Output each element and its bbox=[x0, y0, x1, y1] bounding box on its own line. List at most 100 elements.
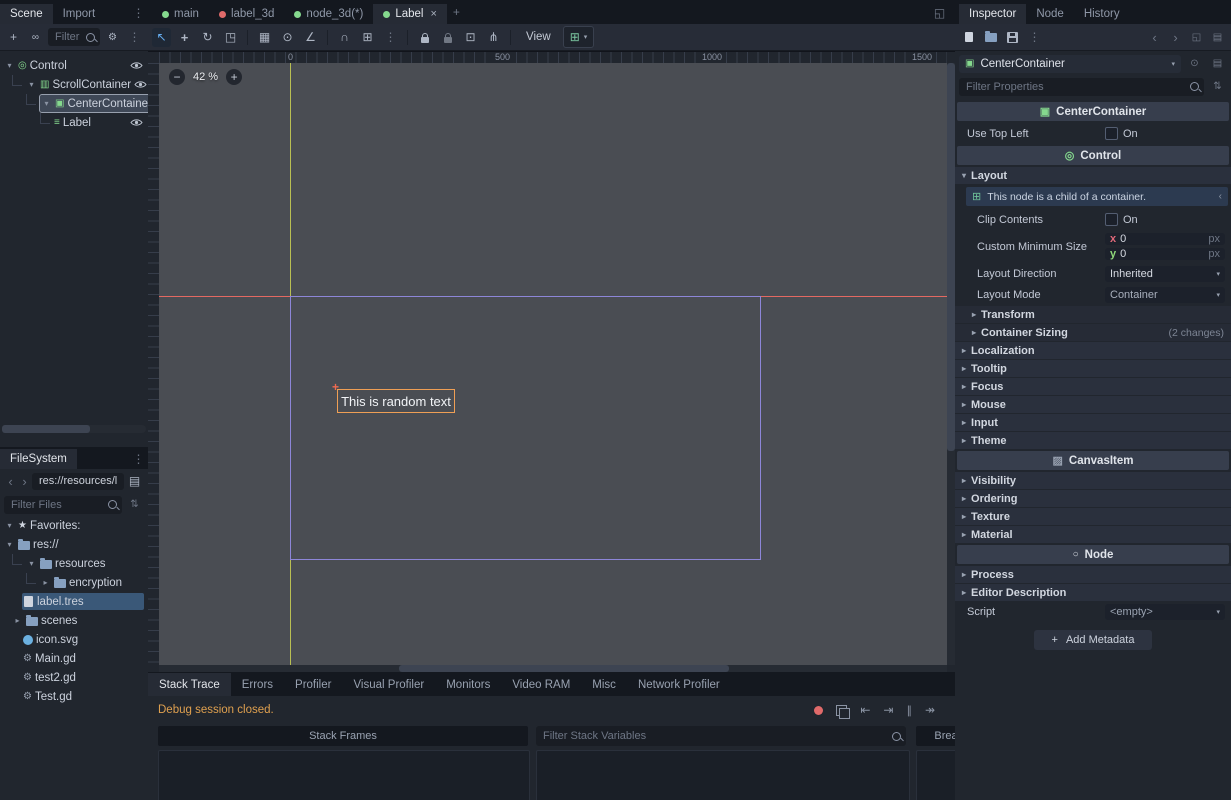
lock-icon[interactable] bbox=[415, 28, 434, 47]
add-metadata-button[interactable]: + Add Metadata bbox=[1034, 630, 1153, 650]
fs-scenes[interactable]: ▸ scenes bbox=[0, 611, 148, 630]
section-editor-description[interactable]: ▸Editor Description bbox=[955, 584, 1231, 601]
scene-dock-menu-icon[interactable]: ⋮ bbox=[129, 3, 148, 22]
visibility-toggle-icon[interactable] bbox=[130, 61, 143, 70]
scene-tab-label-3d[interactable]: label_3d bbox=[209, 4, 284, 24]
selected-file-box[interactable]: label.tres bbox=[22, 593, 144, 610]
scene-node-control[interactable]: ▾ ◎ Control bbox=[0, 56, 148, 75]
select-tool-icon[interactable]: ↖ bbox=[152, 28, 171, 47]
section-focus[interactable]: ▸Focus bbox=[955, 378, 1231, 395]
scrollbar-thumb[interactable] bbox=[947, 63, 955, 451]
tab-node[interactable]: Node bbox=[1026, 4, 1074, 24]
collapse-icon[interactable]: ▾ bbox=[4, 521, 15, 530]
file-filter-input[interactable] bbox=[4, 496, 122, 514]
section-layout[interactable]: ▾ Layout bbox=[955, 167, 1231, 184]
tab-profiler[interactable]: Profiler bbox=[284, 673, 342, 696]
fs-test2-gd[interactable]: ⚙ test2.gd bbox=[0, 668, 148, 687]
split-mode-icon[interactable]: ▤ bbox=[125, 472, 144, 491]
save-resource-icon[interactable] bbox=[1003, 28, 1022, 47]
resource-menu-icon[interactable]: ⋮ bbox=[1025, 28, 1044, 47]
collapse-icon[interactable]: ▾ bbox=[26, 80, 37, 89]
fs-test-gd[interactable]: ⚙ Test.gd bbox=[0, 687, 148, 706]
section-theme[interactable]: ▸Theme bbox=[955, 432, 1231, 449]
scene-tree-hscrollbar[interactable] bbox=[2, 425, 146, 433]
collapse-icon[interactable]: ▾ bbox=[41, 99, 52, 108]
section-process[interactable]: ▸Process bbox=[955, 566, 1231, 583]
scene-node-scrollcontainer[interactable]: ▾ ▥ ScrollContainer bbox=[0, 75, 148, 94]
tab-network-profiler[interactable]: Network Profiler bbox=[627, 673, 731, 696]
grid-snap-icon[interactable]: ⊞ bbox=[358, 28, 377, 47]
tab-scene[interactable]: Scene bbox=[0, 4, 53, 24]
collapse-icon[interactable]: ▾ bbox=[26, 559, 37, 568]
zoom-level[interactable]: 42 % bbox=[193, 71, 218, 83]
pause-icon[interactable]: ∥ bbox=[906, 704, 912, 717]
copy-icon[interactable] bbox=[836, 705, 847, 716]
view-menu-button[interactable]: View bbox=[518, 31, 559, 43]
load-resource-icon[interactable] bbox=[981, 28, 1000, 47]
scene-tab-main[interactable]: main bbox=[152, 4, 209, 24]
tab-monitors[interactable]: Monitors bbox=[435, 673, 501, 696]
unlock-icon[interactable] bbox=[438, 28, 457, 47]
layout-direction-dropdown[interactable]: Inherited ▾ bbox=[1105, 266, 1225, 282]
distraction-free-icon[interactable]: ◱ bbox=[930, 3, 949, 22]
step-over-icon[interactable]: ⇥ bbox=[883, 703, 893, 717]
skeleton-icon[interactable]: ⋔ bbox=[484, 28, 503, 47]
smart-snap-icon[interactable]: ∩ bbox=[335, 28, 354, 47]
list-select-icon[interactable]: ▦ bbox=[255, 28, 274, 47]
min-size-y-field[interactable]: y 0 px bbox=[1105, 248, 1225, 260]
canvas-hscrollbar[interactable] bbox=[159, 665, 947, 672]
group-icon[interactable]: ⊡ bbox=[461, 28, 480, 47]
zoom-in-button[interactable]: + bbox=[226, 69, 242, 85]
add-node-icon[interactable]: + bbox=[4, 28, 23, 47]
stack-variables-filter[interactable] bbox=[536, 726, 906, 746]
section-tooltip[interactable]: ▸Tooltip bbox=[955, 360, 1231, 377]
category-centercontainer[interactable]: ▣ CenterContainer bbox=[957, 102, 1229, 121]
attach-script-icon[interactable]: ⚙ bbox=[103, 28, 122, 47]
chevron-left-icon[interactable]: ‹ bbox=[1219, 191, 1222, 202]
fs-encryption[interactable]: ▸ encryption bbox=[0, 573, 148, 592]
tab-history[interactable]: History bbox=[1074, 4, 1130, 24]
expand-icon[interactable]: ▸ bbox=[40, 578, 51, 587]
filesystem-menu-icon[interactable]: ⋮ bbox=[129, 449, 148, 468]
fs-icon-svg[interactable]: icon.svg bbox=[0, 630, 148, 649]
stack-frames-list[interactable] bbox=[158, 750, 530, 800]
new-scene-tab-icon[interactable]: + bbox=[447, 3, 466, 22]
visibility-toggle-icon[interactable] bbox=[134, 80, 147, 89]
category-node[interactable]: ○ Node bbox=[957, 545, 1229, 564]
category-control[interactable]: ◎ Control bbox=[957, 146, 1229, 165]
property-sort-icon[interactable]: ⇅ bbox=[1208, 77, 1227, 96]
pivot-tool-icon[interactable]: ⊙ bbox=[278, 28, 297, 47]
rotate-tool-icon[interactable]: ↻ bbox=[198, 28, 217, 47]
tab-visual-profiler[interactable]: Visual Profiler bbox=[342, 673, 435, 696]
selected-label-node[interactable]: This is random text + bbox=[337, 389, 455, 413]
layout-mode-dropdown[interactable]: Container ▾ bbox=[1105, 287, 1225, 303]
dock-options-icon[interactable]: ▤ bbox=[1208, 28, 1227, 47]
scene-filter-input[interactable] bbox=[48, 28, 100, 46]
canvas-vscrollbar[interactable] bbox=[947, 63, 955, 665]
path-field[interactable] bbox=[37, 474, 119, 488]
sort-files-icon[interactable]: ⇅ bbox=[125, 495, 144, 514]
zoom-out-button[interactable]: − bbox=[169, 69, 185, 85]
checkbox[interactable] bbox=[1105, 213, 1118, 226]
forward-icon[interactable]: › bbox=[18, 472, 31, 491]
move-tool-icon[interactable]: + bbox=[175, 28, 194, 47]
scene-filter-field[interactable] bbox=[53, 30, 82, 44]
fs-favorites[interactable]: ▾ ★ Favorites: bbox=[0, 516, 148, 535]
stack-variables-field[interactable] bbox=[541, 729, 888, 743]
tab-inspector[interactable]: Inspector bbox=[959, 4, 1026, 24]
fs-root[interactable]: ▾ res:// bbox=[0, 535, 148, 554]
stack-variables-list[interactable] bbox=[536, 750, 910, 800]
tab-errors[interactable]: Errors bbox=[231, 673, 284, 696]
step-into-icon[interactable]: ⇤ bbox=[860, 703, 870, 717]
back-icon[interactable]: ‹ bbox=[4, 472, 17, 491]
break-icon[interactable] bbox=[814, 706, 823, 715]
tab-stack-trace[interactable]: Stack Trace bbox=[148, 673, 231, 696]
section-material[interactable]: ▸Material bbox=[955, 526, 1231, 543]
grid-visibility-button[interactable]: ⊞ ▾ bbox=[563, 26, 595, 48]
scrollbar-thumb[interactable] bbox=[399, 665, 729, 672]
tab-misc[interactable]: Misc bbox=[581, 673, 627, 696]
breakpoints-list[interactable] bbox=[916, 750, 955, 800]
scene-tab-node-3d[interactable]: node_3d(*) bbox=[284, 4, 373, 24]
snap-options-icon[interactable]: ⋮ bbox=[381, 28, 400, 47]
property-filter-input[interactable] bbox=[959, 78, 1204, 96]
